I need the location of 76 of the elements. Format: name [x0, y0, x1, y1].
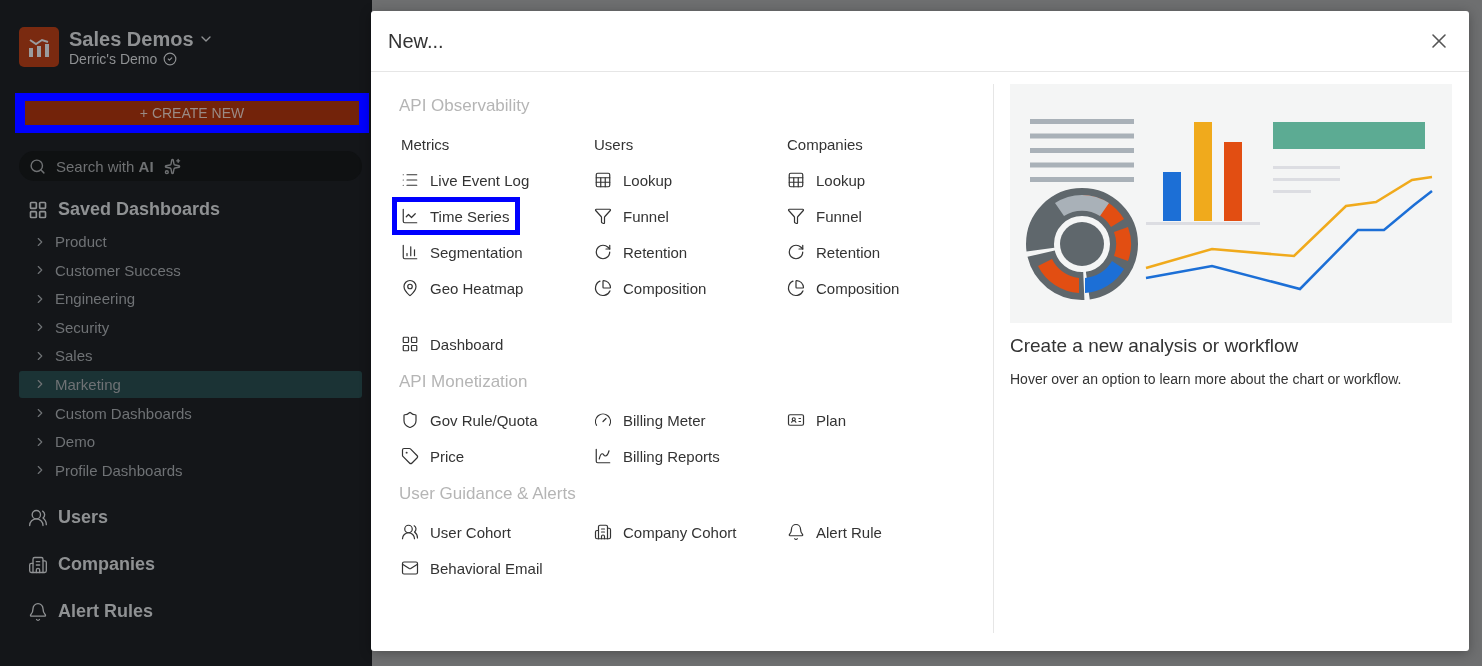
mail-icon	[401, 559, 419, 577]
dashboard-folder-item[interactable]: Security	[19, 313, 362, 341]
id-card-icon	[787, 411, 805, 429]
preview-description: Hover over an option to learn more about the chart or workflow.	[1010, 371, 1403, 387]
refresh-icon	[787, 243, 805, 261]
table-icon	[594, 171, 612, 189]
search-icon	[29, 157, 46, 175]
dashboard-folder-item[interactable]: Profile Dashboards	[19, 456, 362, 484]
column-heading: Users	[593, 134, 635, 155]
users-icon	[28, 507, 48, 528]
table-icon	[787, 171, 805, 189]
preview-title: Create a new analysis or workflow	[1010, 335, 1300, 357]
tag-icon	[401, 447, 419, 465]
option-item[interactable]: Plan	[785, 408, 847, 432]
dashboard-folder-item[interactable]: Engineering	[19, 285, 362, 313]
option-item[interactable]: User Cohort	[399, 520, 511, 544]
funnel-icon	[787, 207, 805, 225]
logo-icon	[19, 27, 59, 67]
section-title[interactable]: Saved Dashboards	[58, 199, 221, 220]
option-item[interactable]: Composition	[592, 276, 707, 300]
option-item[interactable]: Segmentation	[399, 240, 523, 264]
grid-icon	[28, 199, 48, 220]
building-icon	[28, 554, 48, 575]
dashboard-folder-item[interactable]: Custom Dashboards	[19, 399, 362, 427]
list-icon	[401, 171, 419, 189]
gauge-icon	[594, 411, 612, 429]
option-item[interactable]: Company Cohort	[592, 520, 737, 544]
option-item[interactable]: Funnel	[592, 204, 669, 228]
section-heading: API Monetization	[399, 372, 528, 391]
option-item[interactable]: Retention	[785, 240, 881, 264]
check-circle-icon	[163, 51, 178, 66]
users-icon	[401, 523, 419, 541]
pie-chart-icon	[594, 279, 612, 297]
option-item[interactable]: Funnel	[785, 204, 862, 228]
pie-chart-icon	[787, 279, 805, 297]
chart-icon	[594, 447, 612, 465]
dashboard-folder-item[interactable]: Product	[19, 228, 362, 255]
option-item[interactable]: Billing Reports	[592, 444, 720, 468]
option-item[interactable]: Live Event Log	[399, 168, 530, 192]
building-icon	[594, 523, 612, 541]
dashboard-folder-item[interactable]: Customer Success	[19, 256, 362, 284]
dashboard-folder-item[interactable]: Sales	[19, 342, 362, 370]
bell-icon	[787, 523, 805, 541]
section-heading: API Observability	[399, 96, 530, 115]
grid-icon	[401, 335, 419, 353]
option-item[interactable]: Retention	[592, 240, 688, 264]
option-item[interactable]: Composition	[785, 276, 900, 300]
bell-icon	[28, 601, 48, 622]
dialog-title: New...	[388, 29, 444, 53]
workspace-name[interactable]: Sales Demos	[69, 27, 214, 51]
nav-item[interactable]: Alert Rules	[58, 601, 154, 623]
bar-chart-icon	[401, 243, 419, 261]
option-item[interactable]: Dashboard	[399, 332, 504, 356]
search-field[interactable]: Search with AI	[19, 151, 362, 181]
refresh-icon	[594, 243, 612, 261]
column-heading: Companies	[786, 134, 864, 155]
nav-item[interactable]: Companies	[58, 554, 156, 576]
map-pin-icon	[401, 279, 419, 297]
funnel-icon	[594, 207, 612, 225]
option-item[interactable]: Alert Rule	[785, 520, 882, 544]
line-chart-icon	[401, 207, 419, 225]
shield-icon	[401, 411, 419, 429]
dashboard-folder-item[interactable]: Demo	[19, 428, 362, 456]
option-item[interactable]: Lookup	[785, 168, 866, 192]
option-item[interactable]: Price	[399, 444, 465, 468]
workspace-subtitle: Derric's Demo	[69, 50, 158, 67]
option-item[interactable]: Billing Meter	[592, 408, 706, 432]
option-item[interactable]: Lookup	[592, 168, 673, 192]
option-item[interactable]: Gov Rule/Quota	[399, 408, 538, 432]
option-item[interactable]: Time Series	[399, 204, 514, 228]
sparkles-icon	[163, 157, 181, 175]
option-item[interactable]: Geo Heatmap	[399, 276, 524, 300]
column-heading: Metrics	[400, 134, 451, 155]
nav-item[interactable]: Users	[58, 507, 109, 529]
option-item[interactable]: Behavioral Email	[399, 556, 543, 580]
section-heading: User Guidance & Alerts	[399, 484, 576, 503]
